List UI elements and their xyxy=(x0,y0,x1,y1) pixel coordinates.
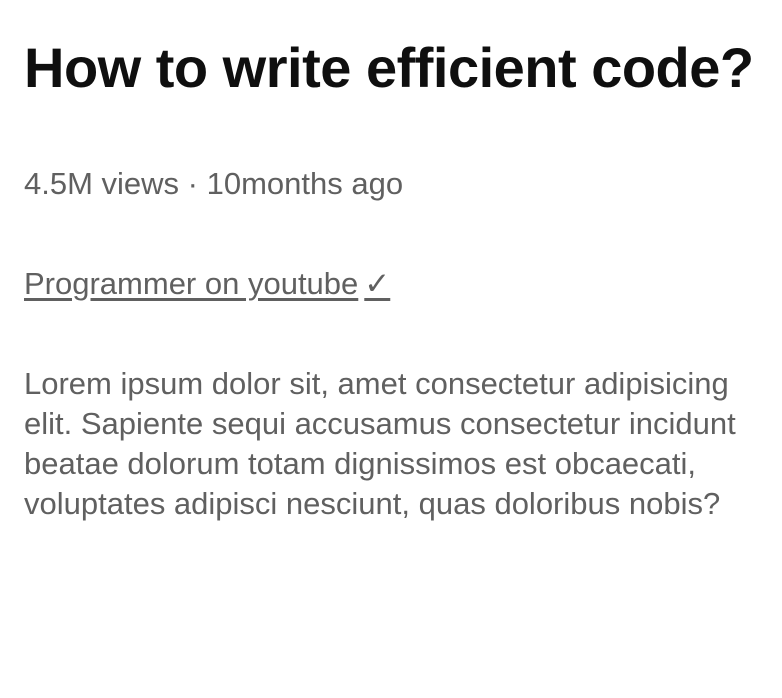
view-count: 4.5M views xyxy=(24,166,180,201)
video-description: Lorem ipsum dolor sit, amet consectetur … xyxy=(24,366,736,521)
meta-separator: · xyxy=(187,166,198,201)
channel-name: Programmer on youtube xyxy=(24,266,359,301)
video-meta: 4.5M views · 10months ago xyxy=(24,164,758,204)
verified-check-icon: ✓ xyxy=(364,266,391,301)
video-title: How to write efficient code? xyxy=(24,36,754,99)
upload-age: 10months ago xyxy=(206,166,404,201)
video-details: How to write efficient code? 4.5M views … xyxy=(24,28,758,524)
channel-link[interactable]: Programmer on youtube ✓ xyxy=(24,264,390,304)
